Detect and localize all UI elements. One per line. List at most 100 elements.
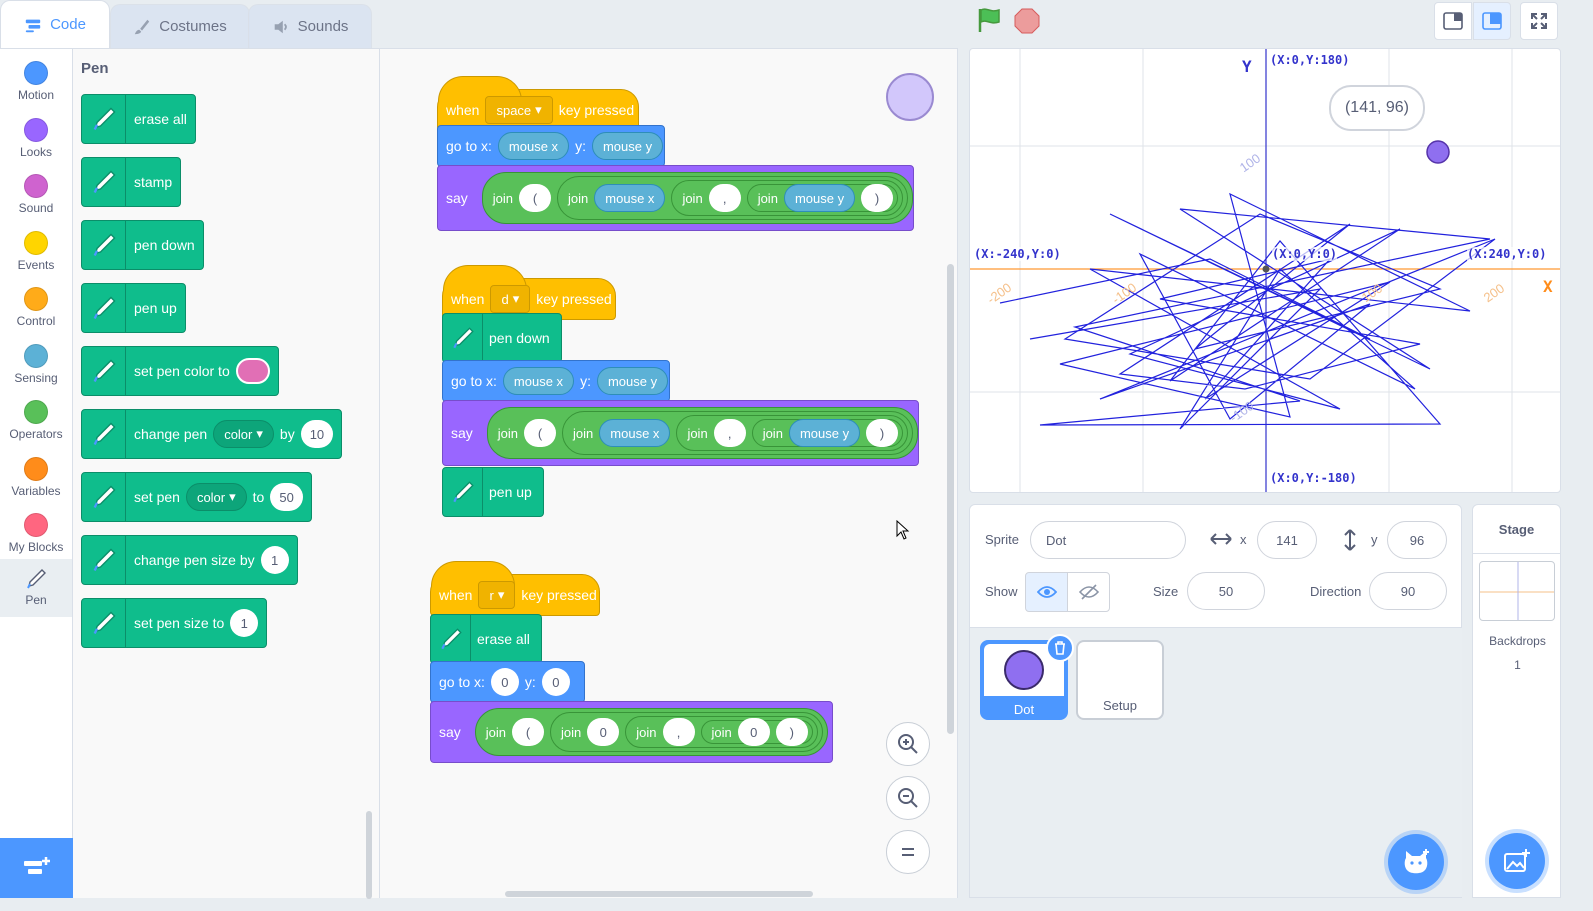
text-input[interactable]: ,: [713, 419, 746, 447]
text-input[interactable]: (: [519, 184, 552, 212]
x-input[interactable]: 141: [1257, 521, 1317, 559]
sprite-tile-setup[interactable]: Setup: [1076, 640, 1164, 720]
text-input[interactable]: ): [775, 718, 808, 746]
mouse-x-reporter[interactable]: mouse x: [599, 419, 671, 447]
sprite-tile-dot[interactable]: Dot: [980, 634, 1074, 720]
say-block[interactable]: say join ( join mouse x join, join mouse y): [442, 400, 919, 466]
script-area[interactable]: when space ▾ key pressed go to x: mouse x…: [380, 48, 958, 898]
palette-set-pen-block[interactable]: set pen color ▾ to 50: [81, 472, 312, 522]
key-dropdown[interactable]: d ▾: [490, 285, 531, 313]
category-sound[interactable]: Sound: [0, 166, 72, 222]
small-stage-button[interactable]: [1434, 2, 1472, 40]
palette-pen-down-block[interactable]: pen down: [81, 220, 204, 270]
key-dropdown[interactable]: space ▾: [485, 96, 553, 124]
show-hidden-button[interactable]: [1067, 572, 1110, 612]
category-variables[interactable]: Variables: [0, 449, 72, 505]
show-visible-button[interactable]: [1025, 572, 1068, 612]
number-input[interactable]: 50: [270, 483, 303, 511]
size-input[interactable]: 50: [1187, 572, 1265, 610]
y-input[interactable]: 96: [1387, 521, 1447, 559]
palette-erase-all-block[interactable]: erase all: [81, 94, 196, 144]
tab-code[interactable]: Code: [0, 0, 110, 48]
join-reporter[interactable]: join, join mouse y): [671, 180, 904, 216]
say-block[interactable]: say join ( join mouse x join, join mouse y): [437, 165, 914, 231]
stage-selector[interactable]: Stage Backdrops 1: [1472, 504, 1561, 898]
green-flag-icon[interactable]: [975, 6, 1003, 34]
pen-down-block[interactable]: pen down: [442, 313, 562, 363]
category-my-blocks[interactable]: My Blocks: [0, 505, 72, 561]
mouse-y-reporter[interactable]: mouse y: [591, 132, 664, 160]
number-input[interactable]: 1: [260, 546, 289, 574]
category-looks[interactable]: Looks: [0, 110, 72, 166]
large-stage-button[interactable]: [1473, 2, 1511, 40]
go-to-xy-block[interactable]: go to x: 0 y: 0: [430, 661, 585, 703]
mouse-x-reporter[interactable]: mouse x: [594, 184, 666, 212]
join-reporter[interactable]: join mouse x join, join mouse y): [557, 176, 909, 220]
palette-pen-up-block[interactable]: pen up: [81, 283, 186, 333]
tab-sounds[interactable]: Sounds: [248, 4, 372, 48]
text-input[interactable]: ,: [662, 718, 695, 746]
code-vertical-scrollbar[interactable]: [947, 264, 954, 734]
code-horizontal-scrollbar[interactable]: [505, 891, 813, 897]
category-control[interactable]: Control: [0, 279, 72, 335]
pen-param-dropdown[interactable]: color ▾: [213, 420, 274, 448]
mouse-y-reporter[interactable]: mouse y: [783, 184, 856, 212]
pen-color-swatch[interactable]: [235, 358, 270, 384]
mouse-x-reporter[interactable]: mouse x: [497, 132, 570, 160]
text-input[interactable]: (: [512, 718, 545, 746]
zoom-in-button[interactable]: [886, 722, 930, 766]
join-reporter[interactable]: join 0): [700, 718, 813, 746]
category-operators[interactable]: Operators: [0, 392, 72, 448]
category-events[interactable]: Events: [0, 223, 72, 279]
mouse-y-reporter[interactable]: mouse y: [788, 419, 861, 447]
sprite-name-input[interactable]: Dot: [1030, 521, 1186, 559]
pen-param-dropdown[interactable]: color ▾: [185, 483, 247, 511]
y-input[interactable]: 0: [541, 668, 570, 696]
text-input[interactable]: 0: [737, 718, 770, 746]
stop-icon[interactable]: [1013, 7, 1041, 35]
category-pen[interactable]: Pen: [0, 559, 72, 617]
delete-sprite-button[interactable]: [1046, 634, 1074, 662]
number-input[interactable]: 1: [230, 609, 259, 637]
x-input[interactable]: 0: [490, 668, 519, 696]
text-input[interactable]: ): [861, 184, 894, 212]
number-input[interactable]: 10: [300, 420, 334, 448]
join-reporter[interactable]: join mouse y): [751, 419, 904, 447]
palette-change-pen-block[interactable]: change pen color ▾ by 10: [81, 409, 343, 459]
category-sensing[interactable]: Sensing: [0, 336, 72, 392]
tab-costumes[interactable]: Costumes: [110, 4, 250, 48]
palette-set-pen-color-block[interactable]: set pen color to: [81, 346, 279, 396]
add-extension-button[interactable]: [0, 838, 73, 898]
choose-sprite-button[interactable]: [1388, 834, 1444, 890]
join-reporter[interactable]: join, join 0): [625, 716, 818, 748]
text-input[interactable]: ): [866, 419, 899, 447]
mouse-y-reporter[interactable]: mouse y: [596, 367, 669, 395]
key-dropdown[interactable]: r ▾: [478, 581, 516, 609]
join-reporter[interactable]: join ( join mouse x join, join mouse y): [486, 407, 919, 459]
direction-input[interactable]: 90: [1369, 572, 1447, 610]
fullscreen-button[interactable]: [1520, 2, 1558, 40]
text-input[interactable]: 0: [587, 718, 620, 746]
zoom-reset-button[interactable]: [886, 830, 930, 874]
palette-change-pen-size-block[interactable]: change pen size by 1: [81, 535, 298, 585]
dot-sprite[interactable]: [1426, 140, 1450, 164]
pen-up-block[interactable]: pen up: [442, 467, 544, 517]
mouse-x-reporter[interactable]: mouse x: [502, 367, 575, 395]
stage-canvas[interactable]: 100 -100 -200 -100 100 200 (X:0,Y:180) (…: [969, 48, 1561, 493]
join-reporter[interactable]: join ( join 0 join, join 0): [474, 708, 828, 756]
category-motion[interactable]: Motion: [0, 53, 72, 109]
choose-backdrop-button[interactable]: [1489, 833, 1545, 889]
palette-scrollbar[interactable]: [366, 811, 372, 899]
join-reporter[interactable]: join, join mouse y): [676, 415, 909, 451]
go-to-xy-block[interactable]: go to x: mouse x y: mouse y: [437, 125, 665, 167]
go-to-xy-block[interactable]: go to x: mouse x y: mouse y: [442, 360, 670, 402]
join-reporter[interactable]: join ( join mouse x join, join mouse y): [481, 172, 914, 224]
say-block[interactable]: say join ( join 0 join, join 0): [430, 701, 833, 763]
text-input[interactable]: (: [524, 419, 557, 447]
join-reporter[interactable]: join mouse x join, join mouse y): [562, 411, 914, 455]
join-reporter[interactable]: join 0 join, join 0): [550, 712, 823, 752]
zoom-out-button[interactable]: [886, 776, 930, 820]
join-reporter[interactable]: join mouse y): [746, 184, 899, 212]
palette-stamp-block[interactable]: stamp: [81, 157, 182, 207]
text-input[interactable]: ,: [708, 184, 741, 212]
